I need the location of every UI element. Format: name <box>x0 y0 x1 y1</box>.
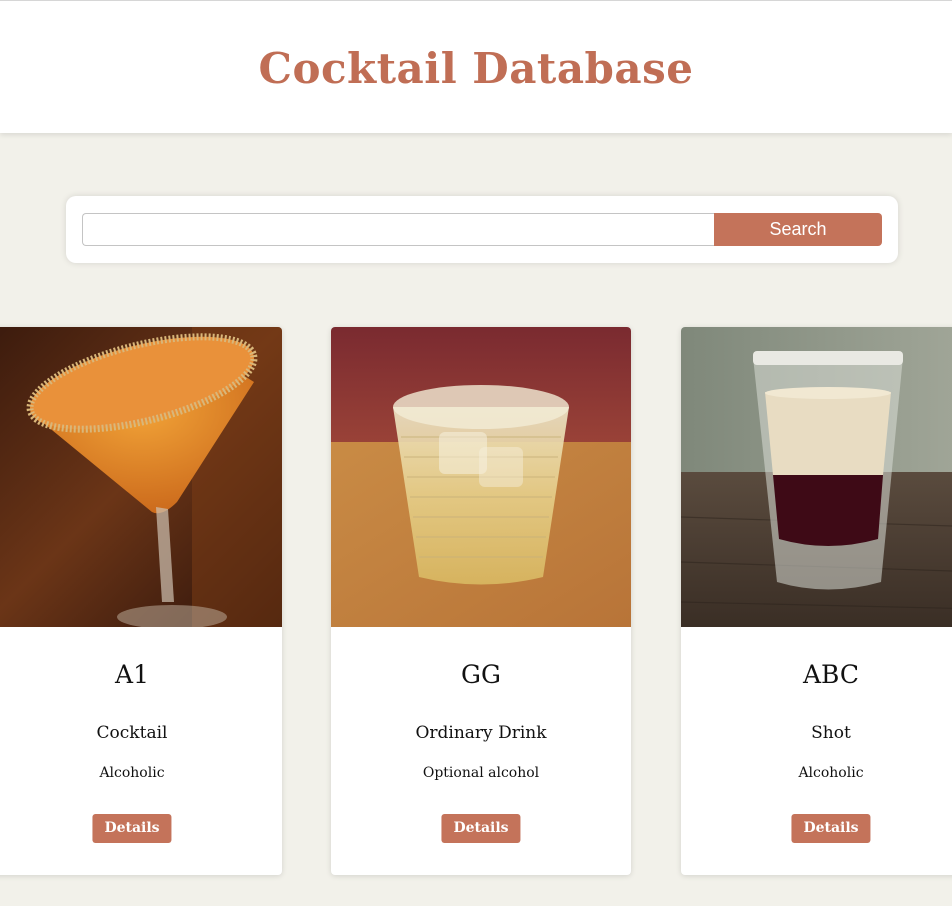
page-title: Cocktail Database <box>258 44 694 93</box>
cocktail-image[interactable] <box>331 327 631 627</box>
cocktail-card: GG Ordinary Drink Optional alcohol Detai… <box>331 327 631 875</box>
cocktail-category: Cocktail <box>96 723 168 743</box>
cocktail-name: GG <box>461 660 501 689</box>
search-button[interactable]: Search <box>714 213 882 246</box>
details-button[interactable]: Details <box>441 814 521 843</box>
search-input[interactable] <box>82 213 714 246</box>
cocktail-category: Ordinary Drink <box>415 723 547 743</box>
cocktail-name: A1 <box>115 660 149 689</box>
page: Cocktail Database Search A1 Cocktail Alc… <box>0 0 952 906</box>
layered-shot-glass-photo <box>681 327 952 627</box>
cocktail-alcoholic: Alcoholic <box>798 765 864 781</box>
cocktail-image[interactable] <box>681 327 952 627</box>
search-panel: Search <box>66 196 898 263</box>
cocktail-alcoholic: Optional alcohol <box>422 765 540 781</box>
header: Cocktail Database <box>0 0 952 133</box>
orange-martini-glass-photo <box>0 327 282 627</box>
cocktail-category: Shot <box>811 723 851 743</box>
details-button[interactable]: Details <box>791 814 871 843</box>
cocktail-card: ABC Shot Alcoholic Details <box>681 327 952 875</box>
ribbed-tumbler-glass-photo <box>331 327 631 627</box>
cocktail-name: ABC <box>802 660 860 689</box>
cocktail-image[interactable] <box>0 327 282 627</box>
cocktail-card: A1 Cocktail Alcoholic Details <box>0 327 282 875</box>
details-button[interactable]: Details <box>92 814 172 843</box>
cocktail-alcoholic: Alcoholic <box>99 765 165 781</box>
